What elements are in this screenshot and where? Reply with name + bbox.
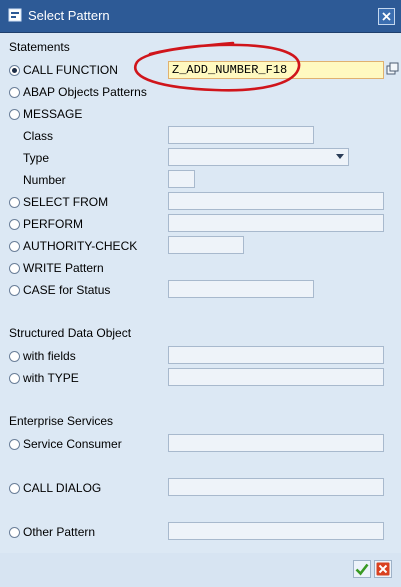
perform-input[interactable]: [168, 214, 384, 232]
type-select[interactable]: [168, 148, 349, 166]
radio-call-function[interactable]: [9, 64, 20, 76]
dialog-title: Select Pattern: [28, 8, 110, 23]
cancel-button[interactable]: [374, 560, 392, 578]
label-with-fields: with fields: [23, 349, 76, 363]
call-function-input[interactable]: Z_ADD_NUMBER_F18: [168, 61, 384, 79]
option-service-consumer[interactable]: [9, 434, 24, 454]
label-with-type: with TYPE: [23, 371, 79, 385]
with-type-input[interactable]: [168, 368, 384, 386]
radio-perform[interactable]: [9, 218, 20, 230]
call-dialog-input[interactable]: [168, 478, 384, 496]
option-with-fields[interactable]: [9, 346, 24, 366]
radio-with-fields[interactable]: [9, 350, 20, 362]
dialog-footer: [0, 553, 401, 587]
option-select-from[interactable]: [9, 192, 24, 212]
radio-write-pattern[interactable]: [9, 262, 20, 274]
label-write-pattern: WRITE Pattern: [23, 261, 104, 275]
label-authority-check: AUTHORITY-CHECK: [23, 239, 138, 253]
option-authority-check[interactable]: [9, 236, 24, 256]
label-call-function: CALL FUNCTION: [23, 63, 118, 77]
select-from-input[interactable]: [168, 192, 384, 210]
label-message: MESSAGE: [23, 107, 83, 121]
other-pattern-input[interactable]: [168, 522, 384, 540]
option-call-function[interactable]: [9, 60, 24, 80]
label-abap-objects: ABAP Objects Patterns: [23, 85, 147, 99]
section-statements: Statements: [9, 40, 70, 54]
label-service-consumer: Service Consumer: [23, 437, 122, 451]
section-enterprise: Enterprise Services: [9, 414, 114, 428]
radio-service-consumer[interactable]: [9, 438, 20, 450]
option-message[interactable]: [9, 104, 24, 124]
option-perform[interactable]: [9, 214, 24, 234]
radio-message[interactable]: [9, 108, 20, 120]
chevron-down-icon: [336, 154, 344, 159]
option-other-pattern[interactable]: [9, 522, 24, 542]
checkmark-icon: [355, 563, 369, 576]
continue-button[interactable]: [353, 560, 371, 578]
label-select-from: SELECT FROM: [23, 195, 109, 209]
radio-abap-objects[interactable]: [9, 86, 20, 98]
option-call-dialog[interactable]: [9, 478, 24, 498]
option-abap-objects[interactable]: [9, 82, 24, 102]
label-perform: PERFORM: [23, 217, 83, 231]
close-icon: [382, 12, 391, 21]
class-input[interactable]: [168, 126, 314, 144]
service-consumer-input[interactable]: [168, 434, 384, 452]
label-number: Number: [23, 173, 66, 187]
label-class: Class: [23, 129, 54, 143]
option-write-pattern[interactable]: [9, 258, 24, 278]
close-button[interactable]: [378, 8, 395, 25]
radio-call-dialog[interactable]: [9, 482, 20, 494]
label-other-pattern: Other Pattern: [23, 525, 96, 539]
option-case-status[interactable]: [9, 280, 24, 300]
window-icon: [8, 8, 22, 22]
label-case-status: CASE for Status: [23, 283, 111, 297]
radio-select-from[interactable]: [9, 196, 20, 208]
radio-authority-check[interactable]: [9, 240, 20, 252]
radio-with-type[interactable]: [9, 372, 20, 384]
with-fields-input[interactable]: [168, 346, 384, 364]
option-with-type[interactable]: [9, 368, 24, 388]
section-structured: Structured Data Object: [9, 326, 132, 340]
value-help-icon[interactable]: [386, 62, 400, 76]
title-bar: Select Pattern: [0, 0, 401, 33]
case-status-input[interactable]: [168, 280, 314, 298]
radio-other-pattern[interactable]: [9, 526, 20, 538]
select-pattern-dialog: Select Pattern Statements CALL FUNCTION …: [0, 0, 401, 587]
radio-case-status[interactable]: [9, 284, 20, 296]
authority-check-input[interactable]: [168, 236, 244, 254]
label-call-dialog: CALL DIALOG: [23, 481, 102, 495]
cancel-x-icon: [376, 562, 390, 576]
number-input[interactable]: [168, 170, 195, 188]
label-type: Type: [23, 151, 50, 165]
